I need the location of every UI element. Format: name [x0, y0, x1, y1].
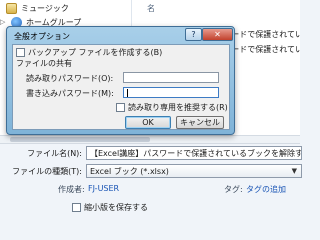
close-button[interactable]: ✕ — [202, 28, 233, 41]
save-thumbnail-label: 縮小版を保存する — [84, 203, 148, 212]
filetype-label: ファイルの種類(T): — [12, 167, 82, 176]
nav-item-label: ミュージック — [21, 3, 69, 13]
text-caret — [127, 89, 128, 97]
author-label: 作成者: — [58, 185, 85, 194]
filename-input[interactable]: 【Excel講座】パスワードで保護されているブックを解除するには — [86, 146, 302, 160]
help-button[interactable]: ? — [185, 28, 202, 41]
music-folder-icon — [6, 2, 17, 14]
nav-item-music[interactable]: ミュージック — [6, 1, 69, 15]
dialog-title: 全般オプション — [14, 32, 70, 41]
add-tag-link[interactable]: タグの追加 — [246, 184, 286, 195]
filetype-value: Excel ブック (*.xlsx) — [90, 166, 169, 176]
write-password-input[interactable] — [123, 87, 219, 98]
save-thumbnail-option[interactable]: 縮小版を保存する — [72, 202, 148, 213]
save-form: ファイル名(N): 【Excel講座】パスワードで保護されているブックを解除する… — [0, 143, 302, 212]
cancel-label: キャンセル — [180, 118, 220, 127]
close-icon: ✕ — [214, 30, 221, 39]
readonly-recommended-checkbox[interactable] — [116, 103, 125, 112]
readonly-recommended-option[interactable]: 読み取り専用を推奨する(R) — [116, 102, 228, 113]
help-icon: ? — [191, 30, 196, 39]
expand-chevron-icon[interactable]: ▷ — [0, 18, 7, 26]
chevron-down-icon: ▼ — [291, 167, 297, 175]
author-value[interactable]: FJ-USER — [88, 184, 119, 193]
dialog-body: バックアップ ファイルを作成する(B) ファイルの共有 読み取りパスワード(O)… — [12, 44, 230, 130]
cancel-button[interactable]: キャンセル — [176, 116, 224, 129]
backup-checkbox[interactable] — [16, 48, 25, 57]
read-password-input[interactable] — [123, 72, 219, 83]
backup-label: バックアップ ファイルを作成する(B) — [28, 48, 163, 57]
write-password-label: 書き込みパスワード(M): — [26, 89, 114, 98]
save-thumbnail-checkbox[interactable] — [72, 203, 81, 212]
file-sharing-group-title: ファイルの共有 — [16, 59, 72, 68]
general-options-dialog: 全般オプション ? ✕ バックアップ ファイルを作成する(B) ファイルの共有 … — [6, 26, 235, 135]
filename-label: ファイル名(N): — [27, 149, 82, 158]
filename-value: 【Excel講座】パスワードで保護されているブックを解除するには — [90, 148, 301, 158]
backup-option[interactable]: バックアップ ファイルを作成する(B) — [16, 47, 162, 58]
ok-button[interactable]: OK — [125, 116, 171, 129]
column-header-name[interactable]: 名 — [147, 3, 155, 14]
ok-label: OK — [142, 118, 154, 127]
scrollbar-thumb[interactable] — [10, 137, 150, 142]
tag-label: タグ: — [224, 185, 243, 194]
read-password-label: 読み取りパスワード(O): — [26, 74, 114, 83]
readonly-recommended-label: 読み取り専用を推奨する(R) — [128, 103, 228, 112]
horizontal-scrollbar[interactable] — [0, 135, 300, 143]
filetype-select[interactable]: Excel ブック (*.xlsx) ▼ — [86, 164, 302, 178]
